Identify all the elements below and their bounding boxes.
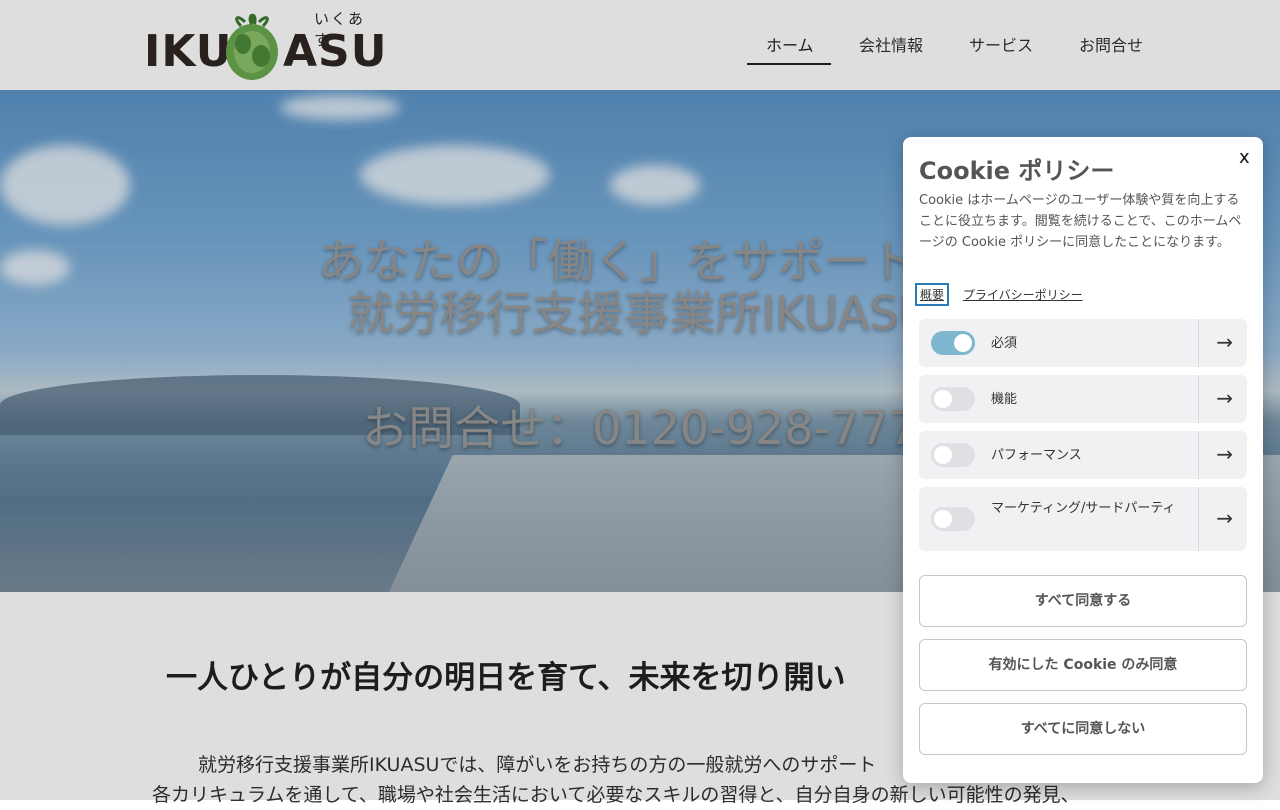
cookie-category-necessary: 必須 → [919, 319, 1247, 367]
arrow-right-icon[interactable]: → [1216, 330, 1233, 354]
category-label: パフォーマンス [991, 448, 1082, 463]
arrow-right-icon[interactable]: → [1216, 386, 1233, 410]
cookie-title: Cookie ポリシー [919, 157, 1115, 185]
cookie-category-performance: パフォーマンス → [919, 431, 1247, 479]
category-label: 機能 [991, 392, 1018, 407]
cookie-links: 概要 プライバシーポリシー [915, 283, 1083, 306]
arrow-right-icon[interactable]: → [1216, 442, 1233, 466]
category-label: 必須 [991, 336, 1018, 351]
necessary-toggle[interactable] [931, 331, 975, 355]
reject-all-button[interactable]: すべてに同意しない [919, 703, 1247, 755]
category-label: マーケティング/サードパーティ [991, 501, 1176, 516]
arrow-right-icon[interactable]: → [1216, 506, 1233, 530]
cookie-policy-panel: x Cookie ポリシー Cookie はホームページのユーザー体験や質を向上… [903, 137, 1263, 783]
privacy-policy-link[interactable]: プライバシーポリシー [963, 286, 1083, 303]
summary-link[interactable]: 概要 [915, 283, 950, 306]
functional-toggle[interactable] [931, 387, 975, 411]
cookie-category-marketing: マーケティング/サードパーティ → [919, 487, 1247, 551]
cookie-category-functional: 機能 → [919, 375, 1247, 423]
accept-selected-button[interactable]: 有効にした Cookie のみ同意 [919, 639, 1247, 691]
cookie-description: Cookie はホームページのユーザー体験や質を向上することに役立ちます。閲覧を… [919, 193, 1242, 250]
performance-toggle[interactable] [931, 443, 975, 467]
accept-all-button[interactable]: すべて同意する [919, 575, 1247, 627]
marketing-toggle[interactable] [931, 507, 975, 531]
close-icon[interactable]: x [1239, 147, 1250, 168]
